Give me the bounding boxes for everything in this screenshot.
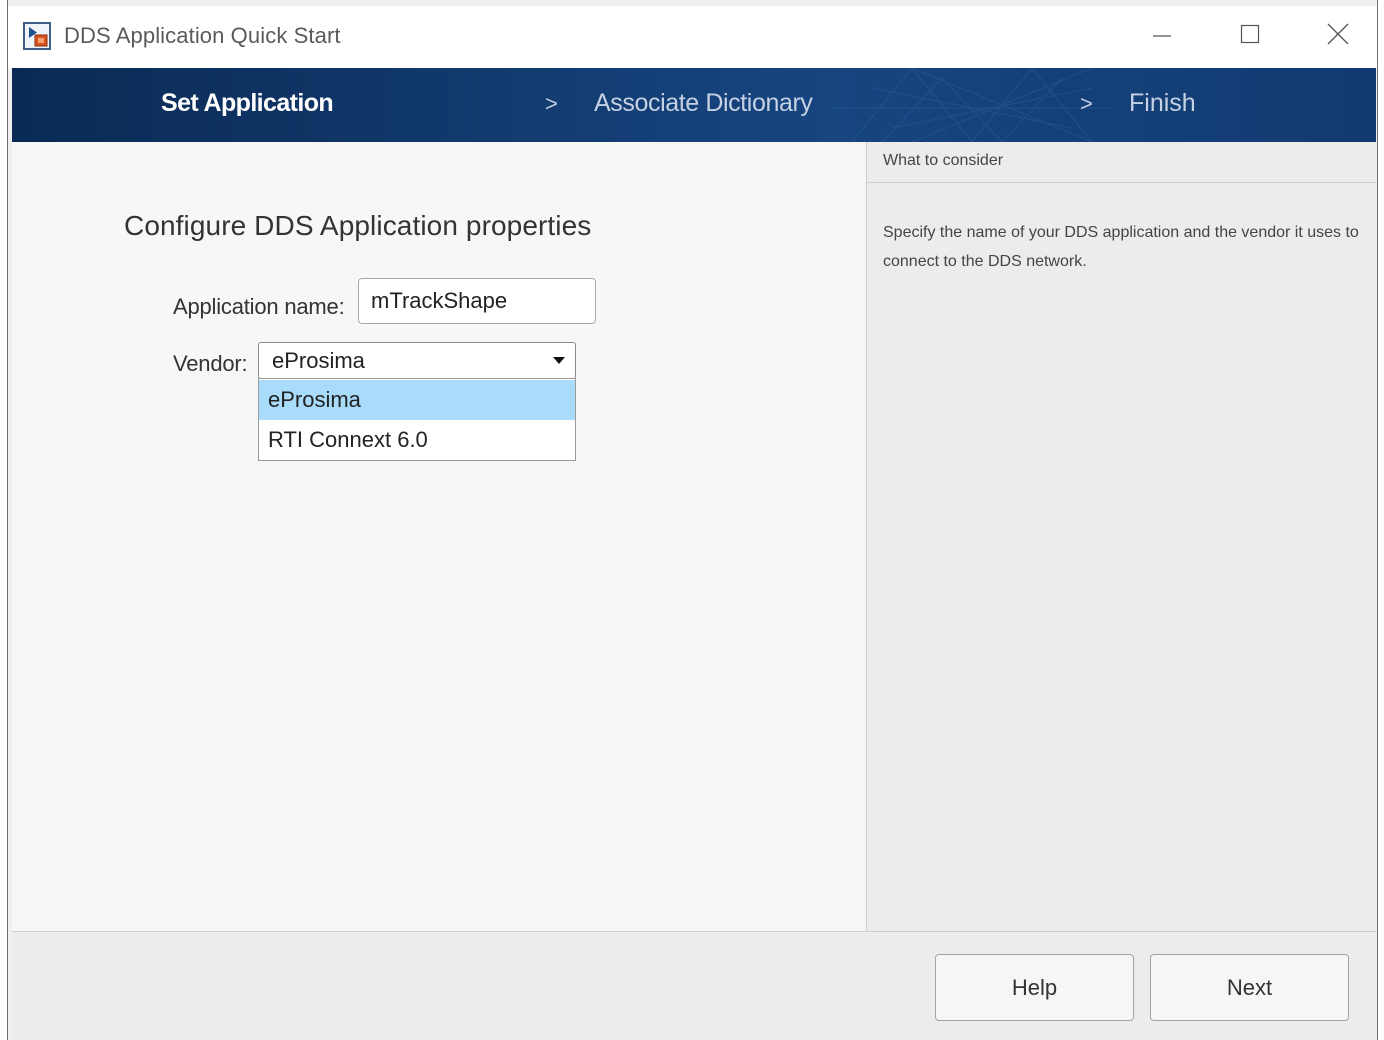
section-title: Configure DDS Application properties — [124, 210, 592, 241]
vendor-dropdown-list: eProsima RTI Connext 6.0 — [258, 378, 576, 461]
close-icon — [1327, 23, 1349, 50]
application-name-label: Application name: — [173, 294, 345, 319]
minimize-icon — [1152, 24, 1172, 49]
help-button[interactable]: Help — [935, 954, 1134, 1021]
window-title: DDS Application Quick Start — [64, 23, 341, 48]
side-panel-description: Specify the name of your DDS application… — [883, 224, 1359, 270]
wizard-steps-bar: Set Application > Associate Dictionary >… — [12, 68, 1376, 142]
maximize-button[interactable] — [1227, 18, 1273, 54]
vendor-label: Vendor: — [173, 351, 248, 376]
next-button[interactable]: Next — [1150, 954, 1349, 1021]
vendor-option-rti-connext[interactable]: RTI Connext 6.0 — [259, 420, 575, 460]
step-finish: Finish — [1129, 89, 1196, 117]
step-associate-dictionary: Associate Dictionary — [594, 89, 813, 117]
main-content: Configure DDS Application properties App… — [12, 142, 866, 931]
step-set-application: Set Application — [161, 89, 334, 117]
maximize-icon — [1240, 24, 1260, 49]
title-bar: DDS Application Quick Start — [8, 6, 1377, 68]
minimize-button[interactable] — [1139, 18, 1185, 54]
side-panel-header: What to consider — [867, 142, 1376, 183]
simulink-app-icon — [23, 22, 51, 50]
vendor-option-eprosima[interactable]: eProsima — [259, 380, 575, 420]
chevron-down-icon[interactable] — [553, 357, 565, 364]
what-to-consider-panel: What to consider Specify the name of you… — [867, 142, 1376, 931]
vendor-selected-value: eProsima — [272, 348, 365, 373]
step-separator: > — [545, 91, 558, 116]
vendor-select[interactable]: eProsima — [258, 342, 576, 379]
close-button[interactable] — [1315, 18, 1361, 54]
step-separator: > — [1080, 91, 1093, 116]
footer-bar: Help Next — [12, 932, 1376, 1040]
dialog-window: DDS Application Quick Start Set Applicat… — [7, 0, 1378, 1040]
application-name-input[interactable] — [358, 278, 596, 324]
side-panel-title: What to consider — [883, 152, 1004, 169]
